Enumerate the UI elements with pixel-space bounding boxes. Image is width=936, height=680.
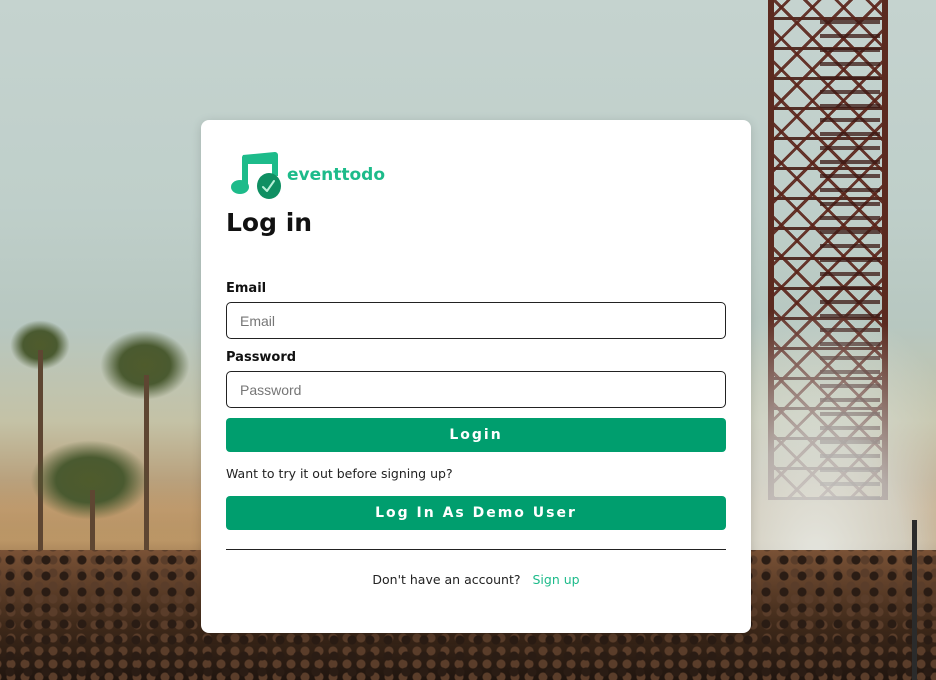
email-label: Email [226,281,267,296]
brand-name: eventtodo [287,165,386,185]
brand[interactable]: eventtodo [230,152,385,200]
password-label: Password [226,350,297,365]
microphone-stand [912,520,917,680]
email-field[interactable] [226,302,726,339]
page-title: Log in [226,208,313,237]
password-field[interactable] [226,371,726,408]
login-button[interactable]: Login [226,418,726,452]
login-card: eventtodo Log in Email Password Login Wa… [201,120,751,633]
signup-link[interactable]: Sign up [533,572,580,587]
music-note-check-icon [230,152,282,200]
demo-hint-text: Want to try it out before signing up? [226,466,453,481]
divider [226,549,726,550]
demo-login-button[interactable]: Log In As Demo User [226,496,726,530]
signup-prompt: Don't have an account? Sign up [201,572,751,587]
signup-prompt-text: Don't have an account? [372,572,521,587]
